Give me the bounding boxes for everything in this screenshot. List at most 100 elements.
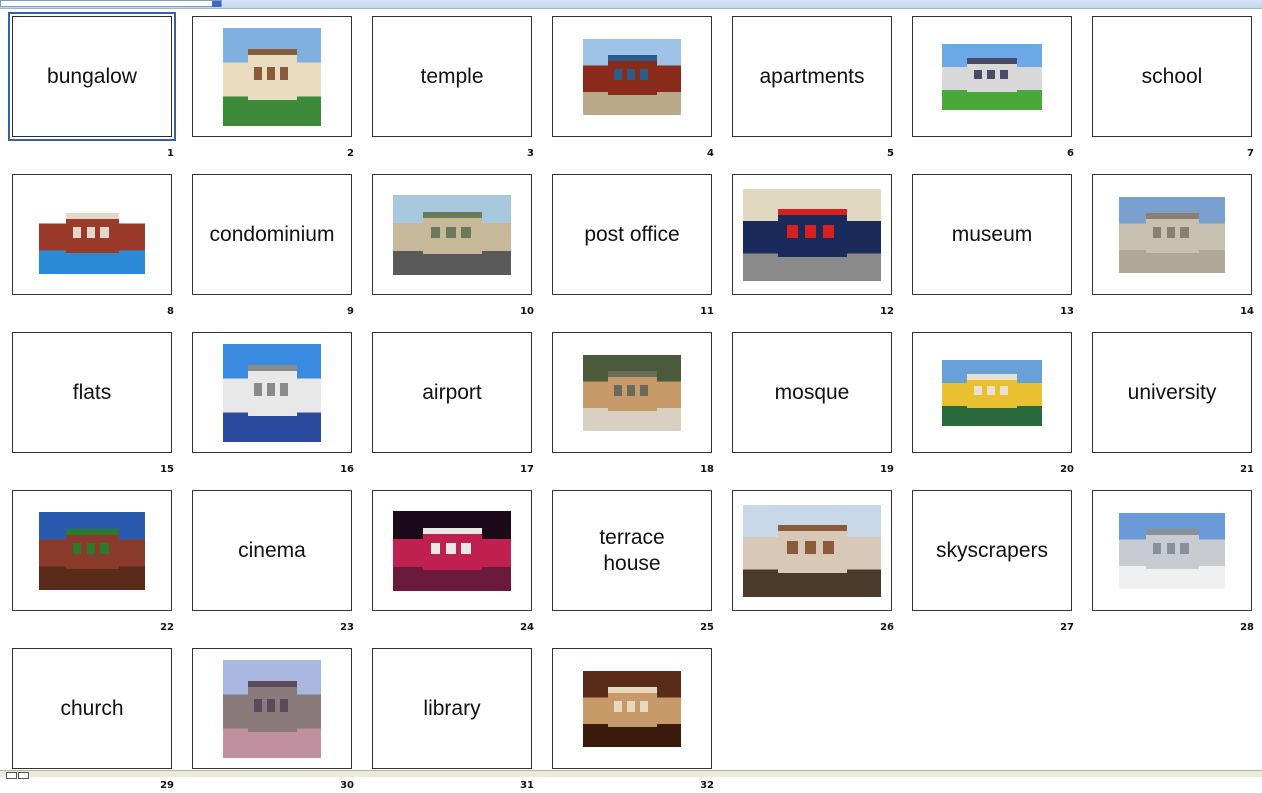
slide-thumbnail[interactable]: airport 17 xyxy=(372,332,534,477)
photo-detail xyxy=(461,226,471,238)
slide-13[interactable]: museum xyxy=(912,174,1072,295)
slide-15[interactable]: flats xyxy=(12,332,172,453)
photo-detail xyxy=(254,698,263,713)
slide-thumbnail[interactable]: 26 xyxy=(732,490,894,635)
slide-18[interactable] xyxy=(552,332,712,453)
photo-detail xyxy=(639,384,648,396)
slide-thumbnail[interactable]: 6 xyxy=(912,16,1074,161)
slide-27[interactable]: skyscrapers xyxy=(912,490,1072,611)
slide-5[interactable]: apartments xyxy=(732,16,892,137)
slide-thumbnail[interactable]: 8 xyxy=(12,174,174,319)
slide-12[interactable] xyxy=(732,174,892,295)
slide-thumbnail[interactable]: 28 xyxy=(1092,490,1254,635)
slide-number: 12 xyxy=(880,306,894,317)
post-office-photo xyxy=(743,188,881,281)
slide-thumbnail[interactable]: temple 3 xyxy=(372,16,534,161)
slide-11[interactable]: post office xyxy=(552,174,712,295)
slide-24[interactable] xyxy=(372,490,532,611)
slide-thumbnail[interactable]: 10 xyxy=(372,174,534,319)
photo-detail xyxy=(100,226,109,238)
photo-detail xyxy=(614,700,623,712)
slide-thumbnail[interactable]: terrace house 25 xyxy=(552,490,714,635)
photo-detail xyxy=(72,226,82,238)
slide-number: 10 xyxy=(520,306,534,317)
church-photo xyxy=(223,659,321,758)
photo-detail xyxy=(1180,226,1189,238)
slide-7[interactable]: school xyxy=(1092,16,1252,137)
photo-detail xyxy=(100,542,109,554)
slide-thumbnail[interactable]: apartments 5 xyxy=(732,16,894,161)
slide-word-label: flats xyxy=(72,380,112,404)
slide-thumbnail[interactable]: bungalow 1 xyxy=(8,12,176,161)
slide-thumbnail[interactable]: 18 xyxy=(552,332,714,477)
slide-3[interactable]: temple xyxy=(372,16,532,137)
slide-thumbnail[interactable]: post office 11 xyxy=(552,174,714,319)
slide-28[interactable] xyxy=(1092,490,1252,611)
slide-30[interactable] xyxy=(192,648,352,769)
slide-word-label: church xyxy=(60,696,124,720)
slide-thumbnail[interactable]: 16 xyxy=(192,332,354,477)
photo-detail xyxy=(1166,542,1176,554)
slide-17[interactable]: airport xyxy=(372,332,532,453)
slide-number: 22 xyxy=(160,622,174,633)
slide-thumbnail[interactable]: 24 xyxy=(372,490,534,635)
slide-thumbnail[interactable]: 20 xyxy=(912,332,1074,477)
slide-8[interactable] xyxy=(12,174,172,295)
photo-detail xyxy=(974,385,982,396)
slide-thumbnail[interactable]: condominium 9 xyxy=(192,174,354,319)
slide-number: 23 xyxy=(340,622,354,633)
slide-14[interactable] xyxy=(1092,174,1252,295)
slide-thumbnail[interactable]: 2 xyxy=(192,16,354,161)
slide-25[interactable]: terrace house xyxy=(552,490,712,611)
slide-10[interactable] xyxy=(372,174,532,295)
slide-word-label: museum xyxy=(951,222,1033,246)
slide-16[interactable] xyxy=(192,332,352,453)
slide-word-label: post office xyxy=(584,222,680,246)
photo-detail xyxy=(1166,226,1176,238)
slide-9[interactable]: condominium xyxy=(192,174,352,295)
photo-detail xyxy=(267,66,275,81)
slide-thumbnail[interactable]: museum 13 xyxy=(912,174,1074,319)
slide-thumbnail[interactable]: school 7 xyxy=(1092,16,1254,161)
photo-detail xyxy=(1180,542,1189,554)
photo-detail xyxy=(627,68,635,80)
slide-1[interactable]: bungalow xyxy=(8,12,176,141)
photo-detail xyxy=(461,542,471,554)
photo-detail xyxy=(614,68,623,80)
university-photo xyxy=(39,511,145,590)
slide-19[interactable]: mosque xyxy=(732,332,892,453)
slide-thumbnail[interactable]: 22 xyxy=(12,490,174,635)
slide-29[interactable]: church xyxy=(12,648,172,769)
photo-detail xyxy=(72,542,82,554)
slide-31[interactable]: library xyxy=(372,648,532,769)
slide-32[interactable] xyxy=(552,648,712,769)
slide-thumbnail[interactable]: 14 xyxy=(1092,174,1254,319)
slide-4[interactable] xyxy=(552,16,712,137)
photo-detail xyxy=(823,225,835,239)
slide-thumbnail[interactable]: mosque 19 xyxy=(732,332,894,477)
slide-thumbnail[interactable]: cinema 23 xyxy=(192,490,354,635)
photo-detail xyxy=(787,541,799,555)
photo-detail xyxy=(267,698,275,713)
slide-thumbnail[interactable]: 12 xyxy=(732,174,894,319)
slide-21[interactable]: university xyxy=(1092,332,1252,453)
slide-26[interactable] xyxy=(732,490,892,611)
slide-thumbnail[interactable]: 4 xyxy=(552,16,714,161)
slide-22[interactable] xyxy=(12,490,172,611)
slide-23[interactable]: cinema xyxy=(192,490,352,611)
slide-6[interactable] xyxy=(912,16,1072,137)
slide-number: 4 xyxy=(707,148,714,159)
slide-number: 5 xyxy=(887,148,894,159)
slide-2[interactable] xyxy=(192,16,352,137)
slide-number: 2 xyxy=(347,148,354,159)
slide-thumbnail[interactable]: flats 15 xyxy=(12,332,174,477)
slide-20[interactable] xyxy=(912,332,1072,453)
bungalow-photo xyxy=(223,27,321,126)
slide-number: 20 xyxy=(1060,464,1074,475)
slide-word-label: airport xyxy=(422,380,482,404)
slide-number: 6 xyxy=(1067,148,1074,159)
slide-thumbnail[interactable]: university 21 xyxy=(1092,332,1254,477)
slide-thumbnail[interactable]: skyscrapers 27 xyxy=(912,490,1074,635)
photo-detail xyxy=(614,384,623,396)
school-photo xyxy=(39,195,145,274)
